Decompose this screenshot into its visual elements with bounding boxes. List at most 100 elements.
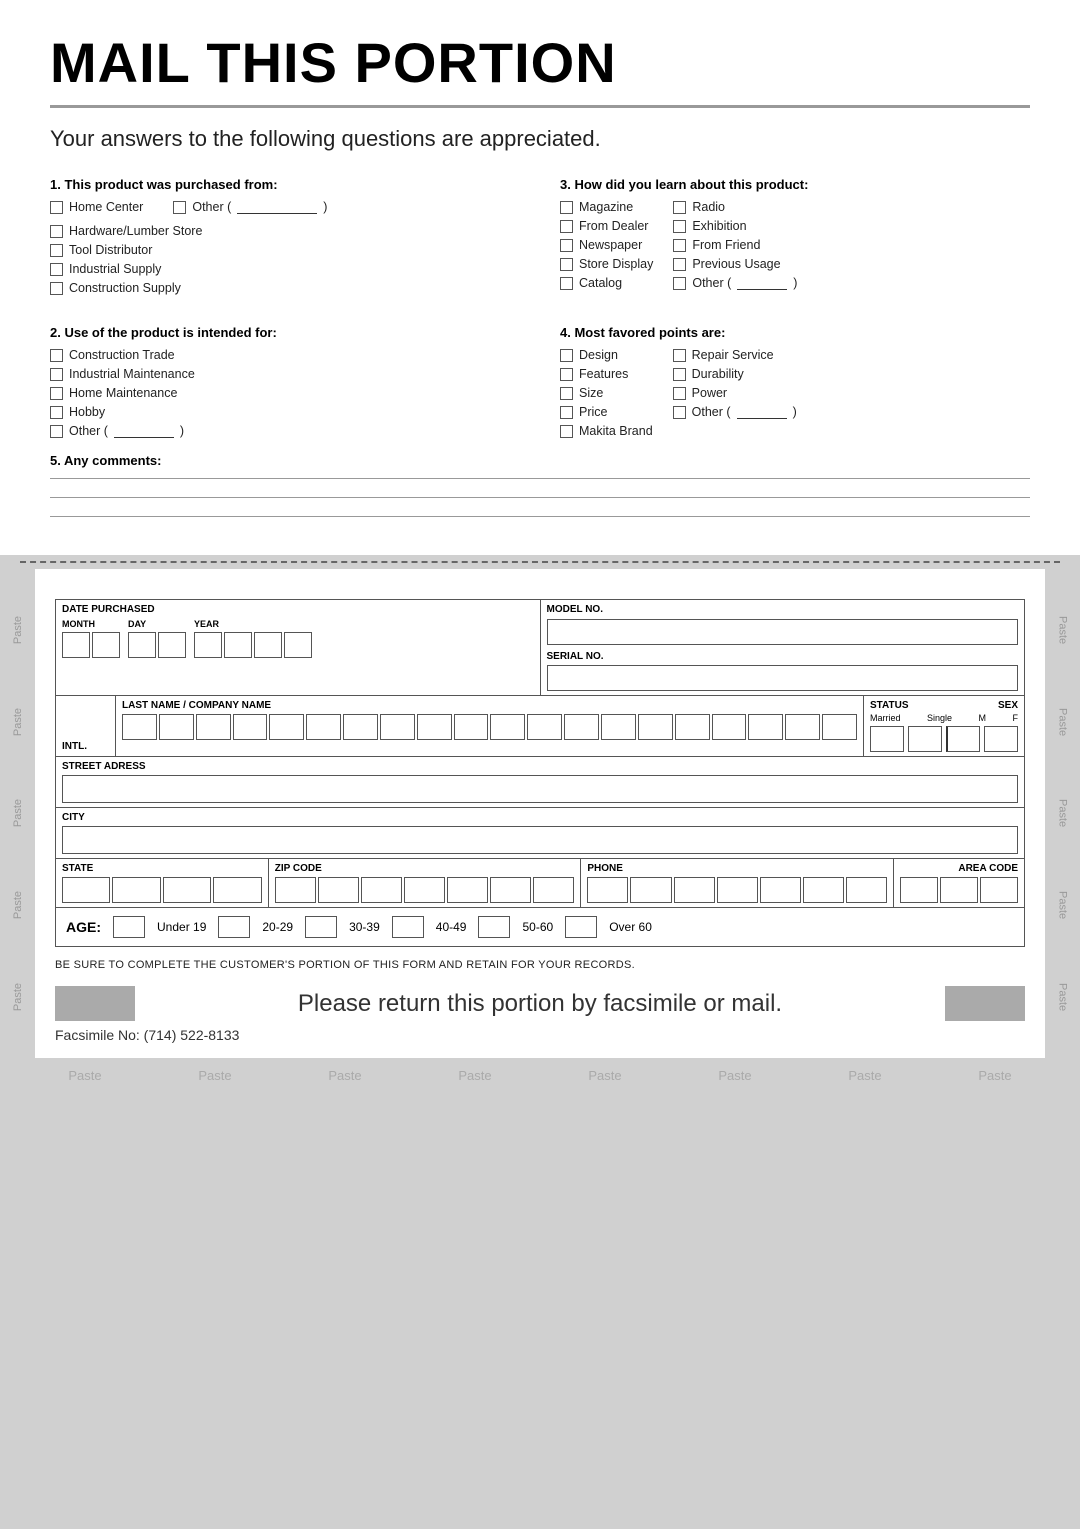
q3-other-checkbox[interactable] (673, 277, 686, 290)
zip-box-6[interactable] (490, 877, 531, 903)
zip-box-2[interactable] (318, 877, 359, 903)
f-box[interactable] (984, 726, 1018, 752)
phone-box-3[interactable] (674, 877, 715, 903)
street-cell: STREET ADRESS (56, 757, 1024, 807)
q1-tool: Tool Distributor (50, 243, 520, 257)
name-box[interactable] (454, 714, 489, 740)
question-1: 1. This product was purchased from: Home… (50, 172, 520, 300)
q2-industrial-maint-checkbox[interactable] (50, 368, 63, 381)
age-box-20-29[interactable] (218, 916, 250, 938)
year-box-1[interactable] (194, 632, 222, 658)
serial-input[interactable] (547, 665, 1019, 691)
year-box-3[interactable] (254, 632, 282, 658)
day-box-1[interactable] (128, 632, 156, 658)
name-box[interactable] (490, 714, 525, 740)
state-box-4[interactable] (213, 877, 261, 903)
q4-features-checkbox[interactable] (560, 368, 573, 381)
name-box[interactable] (269, 714, 304, 740)
city-input[interactable] (62, 826, 1018, 854)
state-box-2[interactable] (112, 877, 160, 903)
q2-home-maint-checkbox[interactable] (50, 387, 63, 400)
q3-exhibition-checkbox[interactable] (673, 220, 686, 233)
year-box-2[interactable] (224, 632, 252, 658)
phone-box-1[interactable] (587, 877, 628, 903)
q3-store-display-checkbox[interactable] (560, 258, 573, 271)
age-box-under19[interactable] (113, 916, 145, 938)
age-box-40-49[interactable] (392, 916, 424, 938)
single-box[interactable] (908, 726, 942, 752)
married-box[interactable] (870, 726, 904, 752)
q1-other-checkbox[interactable] (173, 201, 186, 214)
q4-power-checkbox[interactable] (673, 387, 686, 400)
q4-durability-checkbox[interactable] (673, 368, 686, 381)
phone-box-4[interactable] (717, 877, 758, 903)
name-box[interactable] (417, 714, 452, 740)
q3-catalog-checkbox[interactable] (560, 277, 573, 290)
state-box-3[interactable] (163, 877, 211, 903)
phone-box-6[interactable] (803, 877, 844, 903)
month-box-1[interactable] (62, 632, 90, 658)
name-box[interactable] (233, 714, 268, 740)
name-box[interactable] (343, 714, 378, 740)
q3-magazine-checkbox[interactable] (560, 201, 573, 214)
phone-box-2[interactable] (630, 877, 671, 903)
phone-box-5[interactable] (760, 877, 801, 903)
q4-repair-checkbox[interactable] (673, 349, 686, 362)
name-box[interactable] (638, 714, 673, 740)
m-box[interactable] (946, 726, 981, 752)
q3-newspaper: Newspaper (560, 238, 653, 252)
name-box[interactable] (122, 714, 157, 740)
age-box-30-39[interactable] (305, 916, 337, 938)
day-box-2[interactable] (158, 632, 186, 658)
zip-box-1[interactable] (275, 877, 316, 903)
q3-from-dealer-checkbox[interactable] (560, 220, 573, 233)
area-box-2[interactable] (940, 877, 978, 903)
name-box[interactable] (785, 714, 820, 740)
name-box[interactable] (601, 714, 636, 740)
zip-box-4[interactable] (404, 877, 445, 903)
q1-home-center-checkbox[interactable] (50, 201, 63, 214)
q4-price-checkbox[interactable] (560, 406, 573, 419)
name-box[interactable] (564, 714, 599, 740)
phone-box-7[interactable] (846, 877, 887, 903)
q3-previous-usage-checkbox[interactable] (673, 258, 686, 271)
age-box-over60[interactable] (565, 916, 597, 938)
area-box-1[interactable] (900, 877, 938, 903)
name-box[interactable] (712, 714, 747, 740)
q2-hobby-checkbox[interactable] (50, 406, 63, 419)
zip-box-5[interactable] (447, 877, 488, 903)
zip-box-7[interactable] (533, 877, 574, 903)
name-box[interactable] (380, 714, 415, 740)
name-box[interactable] (159, 714, 194, 740)
state-box-1[interactable] (62, 877, 110, 903)
paste-right-3: Paste (1057, 799, 1069, 827)
q1-industrial-checkbox[interactable] (50, 263, 63, 276)
name-box[interactable] (748, 714, 783, 740)
age-box-50-60[interactable] (478, 916, 510, 938)
q3-newspaper-checkbox[interactable] (560, 239, 573, 252)
name-box[interactable] (196, 714, 231, 740)
q1-hardware-checkbox[interactable] (50, 225, 63, 238)
q4-design-checkbox[interactable] (560, 349, 573, 362)
q4-makita-checkbox[interactable] (560, 425, 573, 438)
q2-construction-trade: Construction Trade (50, 348, 520, 362)
name-box[interactable] (527, 714, 562, 740)
zip-box-3[interactable] (361, 877, 402, 903)
name-box[interactable] (822, 714, 857, 740)
q4-size-checkbox[interactable] (560, 387, 573, 400)
q2-other-checkbox[interactable] (50, 425, 63, 438)
name-box[interactable] (306, 714, 341, 740)
q3-radio-checkbox[interactable] (673, 201, 686, 214)
month-box-2[interactable] (92, 632, 120, 658)
q2-construction-trade-checkbox[interactable] (50, 349, 63, 362)
q1-construction-checkbox[interactable] (50, 282, 63, 295)
area-box-3[interactable] (980, 877, 1018, 903)
bottom-paste-row: Paste Paste Paste Paste Paste Paste Past… (0, 1058, 1080, 1093)
q1-tool-checkbox[interactable] (50, 244, 63, 257)
name-box[interactable] (675, 714, 710, 740)
model-input[interactable] (547, 619, 1019, 645)
q4-other-checkbox[interactable] (673, 406, 686, 419)
q3-from-friend-checkbox[interactable] (673, 239, 686, 252)
street-input[interactable] (62, 775, 1018, 803)
year-box-4[interactable] (284, 632, 312, 658)
